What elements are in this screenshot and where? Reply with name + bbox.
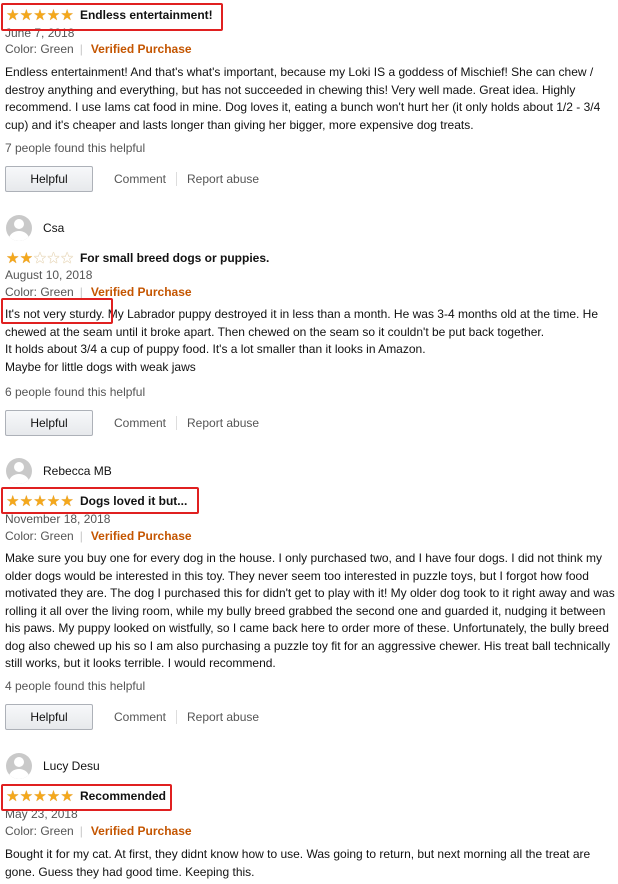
review-title-row: ★ ★ ★ ★ ★ For small breed dogs or puppie… — [6, 249, 269, 267]
verified-purchase-badge: Verified Purchase — [90, 42, 192, 56]
review-author: Lucy Desu — [6, 752, 100, 780]
report-abuse-link[interactable]: Report abuse — [176, 172, 269, 186]
star-full-icon: ★ — [19, 249, 34, 267]
review-meta: Color: Green | Verified Purchase — [5, 824, 192, 838]
author-name[interactable]: Csa — [43, 221, 64, 235]
author-name[interactable]: Lucy Desu — [43, 759, 100, 773]
review-body: Make sure you buy one for every dog in t… — [5, 550, 615, 673]
highlight-box — [1, 298, 113, 324]
comment-link[interactable]: Comment — [104, 710, 176, 724]
review-actions: Helpful Comment Report abuse — [5, 409, 269, 437]
review-author: Rebecca MB — [6, 457, 112, 485]
avatar — [6, 215, 32, 241]
color-variant[interactable]: Color: Green — [5, 824, 74, 838]
review-actions: Helpful Comment Report abuse — [5, 165, 269, 193]
review-text: It holds about 3/4 a cup of puppy food. … — [5, 342, 426, 356]
helpful-button[interactable]: Helpful — [5, 166, 93, 192]
review-text: Maybe for little dogs with weak jaws — [5, 359, 196, 374]
report-abuse-link[interactable]: Report abuse — [176, 710, 269, 724]
review-date: November 18, 2018 — [5, 512, 111, 526]
color-variant[interactable]: Color: Green — [5, 529, 74, 543]
helpful-count: 6 people found this helpful — [5, 385, 146, 399]
color-variant[interactable]: Color: Green — [5, 285, 74, 299]
highlight-box — [1, 3, 223, 31]
comment-link[interactable]: Comment — [104, 416, 176, 430]
review-date: August 10, 2018 — [5, 268, 93, 282]
report-abuse-link[interactable]: Report abuse — [176, 416, 269, 430]
star-full-icon: ★ — [6, 249, 20, 267]
review-text: Endless entertainment! And that's what's… — [5, 65, 601, 132]
helpful-count: 4 people found this helpful — [5, 679, 146, 693]
star-rating: ★ ★ ★ ★ ★ — [6, 251, 74, 266]
helpful-button[interactable]: Helpful — [5, 704, 93, 730]
verified-purchase-badge: Verified Purchase — [90, 285, 192, 299]
verified-purchase-badge: Verified Purchase — [90, 529, 192, 543]
review-actions: Helpful Comment Report abuse — [5, 703, 269, 731]
review-author: Csa — [6, 214, 64, 242]
review-body: Endless entertainment! And that's what's… — [5, 64, 615, 134]
star-empty-icon: ★ — [33, 249, 47, 267]
star-empty-icon: ★ — [46, 249, 61, 267]
avatar — [6, 753, 32, 779]
review-title[interactable]: For small breed dogs or puppies. — [80, 251, 269, 265]
review-meta: Color: Green | Verified Purchase — [5, 42, 192, 56]
comment-link[interactable]: Comment — [104, 172, 176, 186]
color-variant[interactable]: Color: Green — [5, 42, 74, 56]
star-empty-icon: ★ — [60, 249, 74, 267]
review-meta: Color: Green | Verified Purchase — [5, 285, 192, 299]
highlight-box — [1, 784, 172, 811]
avatar — [6, 458, 32, 484]
helpful-count: 7 people found this helpful — [5, 141, 146, 155]
author-name[interactable]: Rebecca MB — [43, 464, 112, 478]
review-body: Bought it for my cat. At first, they did… — [5, 846, 615, 881]
verified-purchase-badge: Verified Purchase — [90, 824, 192, 838]
highlight-box — [1, 487, 199, 514]
helpful-button[interactable]: Helpful — [5, 410, 93, 436]
review-text: Make sure you buy one for every dog in t… — [5, 551, 615, 670]
review-text: Bought it for my cat. At first, they did… — [5, 847, 591, 879]
review-meta: Color: Green | Verified Purchase — [5, 529, 192, 543]
